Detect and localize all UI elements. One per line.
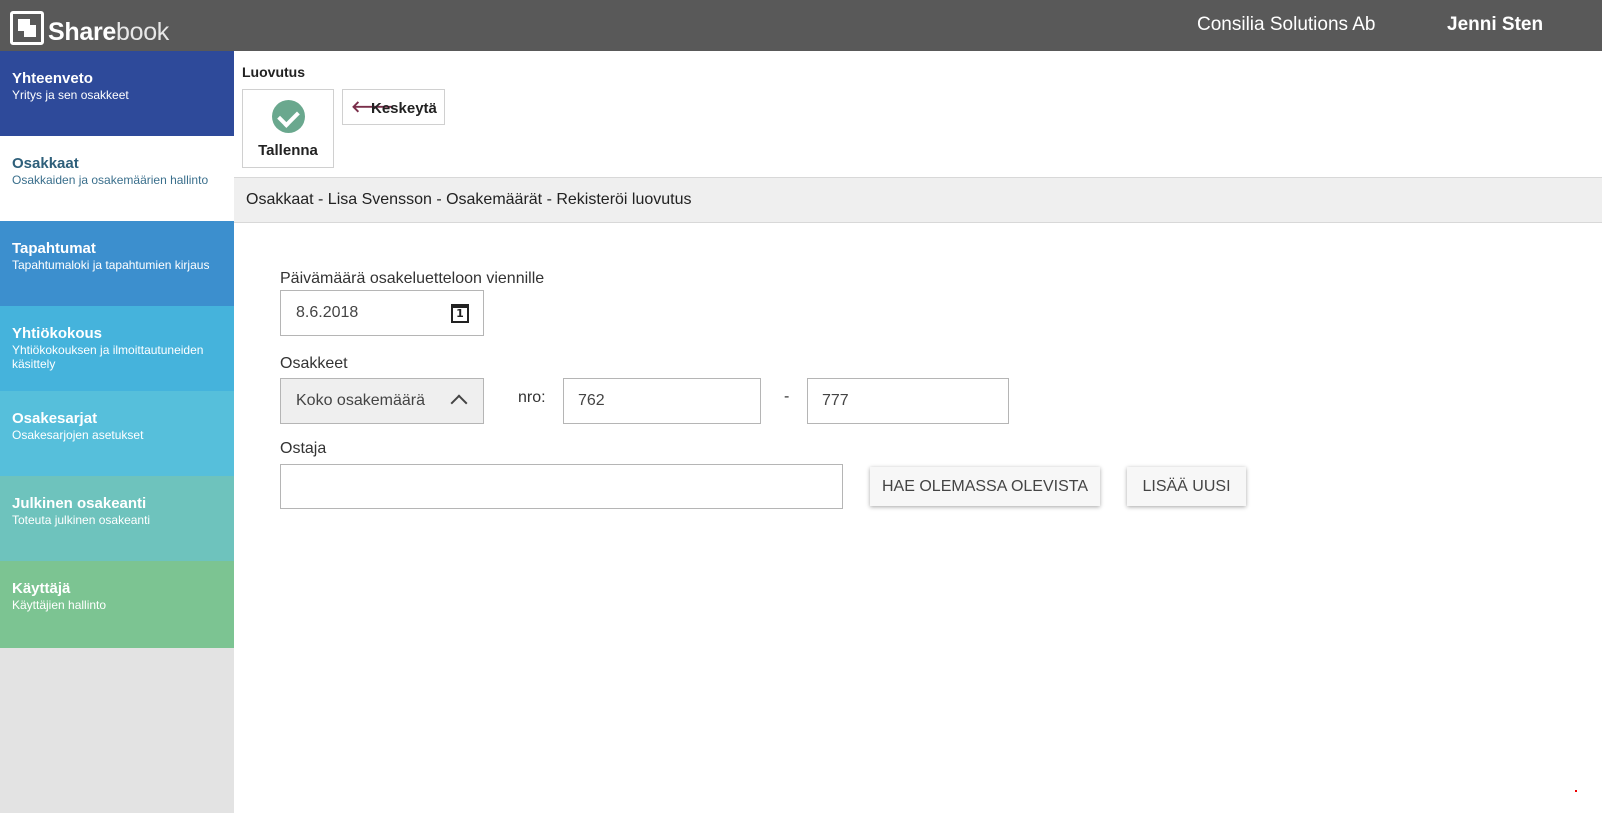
- sidebar-item-tapahtumat[interactable]: Tapahtumat Tapahtumaloki ja tapahtumien …: [0, 221, 234, 308]
- buyer-input[interactable]: [280, 464, 843, 509]
- sidebar-item-title: Osakkaat: [12, 155, 79, 172]
- date-value: 8.6.2018: [296, 304, 359, 321]
- nro-to-input[interactable]: 777: [807, 378, 1009, 424]
- cancel-button[interactable]: 🡐 Keskeytä: [342, 89, 445, 125]
- section-label: Luovutus: [242, 64, 305, 80]
- date-input[interactable]: 8.6.2018 1: [280, 290, 484, 336]
- sidebar-item-subtitle: Käyttäjien hallinto: [12, 598, 107, 612]
- breadcrumb: Osakkaat - Lisa Svensson - Osakemäärät -…: [246, 191, 692, 208]
- sidebar-item-subtitle: Yritys ja sen osakkeet: [12, 88, 129, 102]
- sidebar-item-subtitle: Osakesarjojen asetukset: [12, 428, 144, 442]
- sidebar-item-kayttaja[interactable]: Käyttäjä Käyttäjien hallinto: [0, 561, 234, 648]
- shares-select[interactable]: Koko osakemäärä: [280, 378, 484, 424]
- check-circle-icon: [272, 100, 305, 133]
- calendar-icon-day: 1: [456, 307, 464, 320]
- search-existing-button[interactable]: HAE OLEMASSA OLEVISTA: [870, 467, 1100, 506]
- buyer-label: Ostaja: [280, 440, 327, 457]
- shares-select-value: Koko osakemäärä: [296, 392, 425, 409]
- sidebar-item-title: Osakesarjat: [12, 410, 98, 427]
- sidebar-item-title: Käyttäjä: [12, 580, 71, 597]
- range-dash: -: [784, 388, 790, 405]
- add-new-button[interactable]: LISÄÄ UUSI: [1127, 467, 1246, 506]
- sidebar-item-osakesarjat[interactable]: Osakesarjat Osakesarjojen asetukset: [0, 391, 234, 478]
- top-bar: Sharebook Consilia Solutions Ab Jenni St…: [0, 0, 1602, 51]
- sidebar-item-yhtiokokous[interactable]: Yhtiökokous Yhtiökokouksen ja ilmoittaut…: [0, 306, 234, 393]
- nro-label: nro:: [518, 389, 546, 406]
- sidebar-item-subtitle: Toteuta julkinen osakeanti: [12, 513, 151, 527]
- cancel-button-label: Keskeytä: [371, 100, 437, 117]
- breadcrumb-bar: Osakkaat - Lisa Svensson - Osakemäärät -…: [234, 177, 1602, 223]
- sidebar-item-osakkaat[interactable]: Osakkaat Osakkaiden ja osakemäärien hall…: [0, 136, 234, 223]
- sidebar: Yhteenveto Yritys ja sen osakkeet Osakka…: [0, 51, 234, 813]
- save-button[interactable]: Tallenna: [242, 89, 334, 168]
- main-content: Luovutus Tallenna 🡐 Keskeytä Osakkaat - …: [234, 51, 1602, 813]
- sidebar-item-title: Julkinen osakeanti: [12, 495, 147, 512]
- shares-label: Osakkeet: [280, 355, 348, 372]
- sidebar-item-yhteenveto[interactable]: Yhteenveto Yritys ja sen osakkeet: [0, 51, 234, 138]
- sidebar-item-title: Tapahtumat: [12, 240, 96, 257]
- logo-text: Sharebook: [48, 18, 169, 46]
- nro-from-value: 762: [578, 392, 605, 409]
- stray-dot: [1575, 790, 1577, 792]
- company-name[interactable]: Consilia Solutions Ab: [1197, 14, 1376, 36]
- sidebar-item-subtitle: Tapahtumaloki ja tapahtumien kirjaus: [12, 258, 210, 272]
- user-name[interactable]: Jenni Sten: [1447, 14, 1543, 36]
- nro-to-value: 777: [822, 392, 849, 409]
- sidebar-item-title: Yhtiökokous: [12, 325, 103, 342]
- sidebar-item-subtitle: Yhtiökokouksen ja ilmoittautuneiden käsi…: [12, 343, 204, 371]
- sidebar-item-julkinen-osakeanti[interactable]: Julkinen osakeanti Toteuta julkinen osak…: [0, 476, 234, 563]
- sidebar-item-subtitle: Osakkaiden ja osakemäärien hallinto: [12, 173, 209, 187]
- calendar-icon[interactable]: 1: [451, 304, 469, 323]
- sharebook-logo[interactable]: Sharebook: [10, 8, 169, 47]
- date-label: Päivämäärä osakeluetteloon viennille: [280, 270, 545, 287]
- sidebar-item-title: Yhteenveto: [12, 70, 93, 87]
- nro-from-input[interactable]: 762: [563, 378, 761, 424]
- sharebook-logo-icon: [10, 10, 44, 45]
- chevron-up-icon: [450, 394, 468, 412]
- save-button-label: Tallenna: [258, 142, 318, 159]
